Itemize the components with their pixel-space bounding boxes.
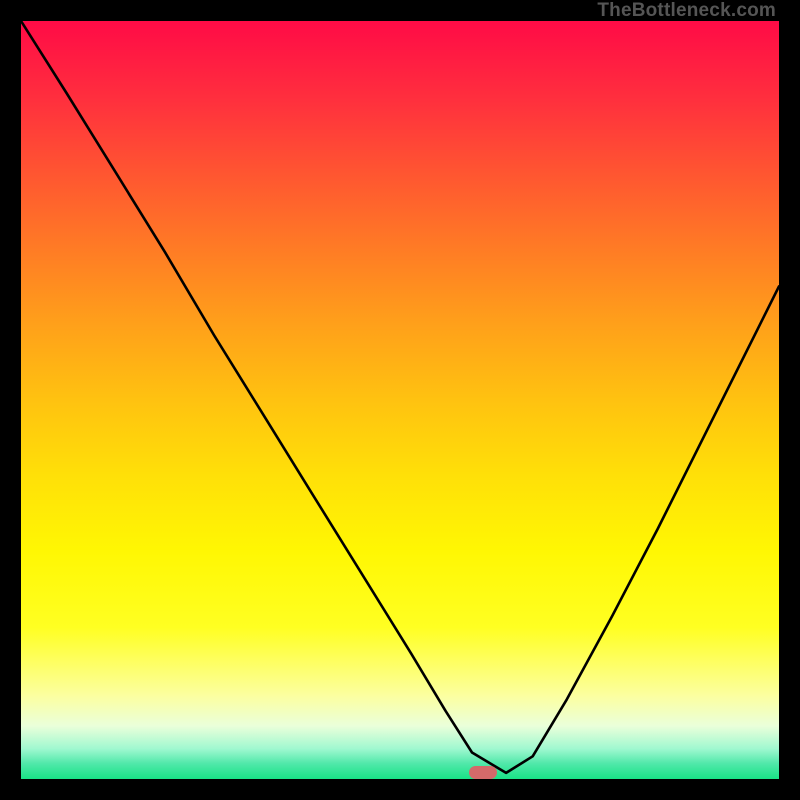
- chart-frame: TheBottleneck.com: [0, 0, 800, 800]
- plot-area: [21, 21, 779, 779]
- bottleneck-curve: [21, 21, 779, 779]
- optimal-point-marker: [469, 766, 497, 779]
- watermark-text: TheBottleneck.com: [597, 0, 776, 22]
